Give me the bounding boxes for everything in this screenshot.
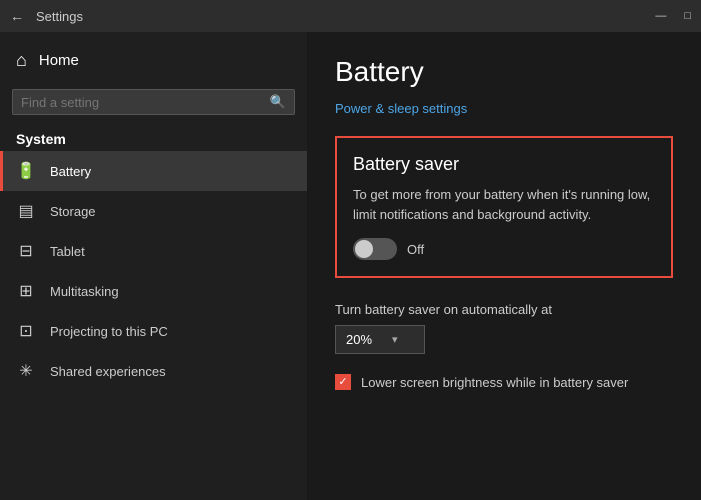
brightness-checkbox[interactable]: ✓ [335,374,351,390]
multitasking-icon: ⊞ [16,281,36,301]
storage-icon: ▤ [16,201,36,221]
battery-saver-title: Battery saver [353,154,655,175]
checkmark-icon: ✓ [338,377,347,388]
shared-icon: ✳ [16,361,36,381]
home-icon: ⌂ [16,50,27,71]
sidebar-item-shared[interactable]: ✳ Shared experiences [0,351,307,391]
battery-icon: 🔋 [16,161,36,181]
auto-label: Turn battery saver on automatically at [335,302,673,317]
window-title: Settings [36,9,83,24]
power-sleep-link[interactable]: Power & sleep settings [335,101,467,116]
projecting-icon: ⊡ [16,321,36,341]
sidebar-home-label: Home [39,52,79,69]
sidebar-item-tablet[interactable]: ⊟ Tablet [0,231,307,271]
toggle-row: Off [353,238,655,260]
dropdown-value: 20% [346,332,372,347]
tablet-icon: ⊟ [16,241,36,261]
nav-label-storage: Storage [50,204,96,219]
toggle-label: Off [407,242,424,257]
maximize-button[interactable]: □ [684,10,691,22]
nav-label-multitasking: Multitasking [50,284,119,299]
sidebar: ⌂ Home 🔍 System 🔋 Battery ▤ Storage ⊟ Ta… [0,32,307,500]
nav-label-shared: Shared experiences [50,364,166,379]
nav-label-tablet: Tablet [50,244,85,259]
search-box[interactable]: 🔍 [12,89,295,115]
sidebar-item-home[interactable]: ⌂ Home [0,40,307,81]
window-controls: — □ [655,10,691,22]
nav-label-projecting: Projecting to this PC [50,324,168,339]
brightness-label: Lower screen brightness while in battery… [361,375,628,390]
minimize-button[interactable]: — [655,10,666,22]
sidebar-item-storage[interactable]: ▤ Storage [0,191,307,231]
content-area: Battery Power & sleep settings Battery s… [307,32,701,500]
section-label: System [0,123,307,151]
battery-saver-toggle[interactable] [353,238,397,260]
auto-section: Turn battery saver on automatically at 2… [335,302,673,354]
back-button[interactable]: ← [10,8,24,24]
brightness-checkbox-row: ✓ Lower screen brightness while in batte… [335,374,673,390]
nav-label-battery: Battery [50,164,91,179]
battery-saver-card: Battery saver To get more from your batt… [335,136,673,278]
sidebar-item-projecting[interactable]: ⊡ Projecting to this PC [0,311,307,351]
sidebar-item-multitasking[interactable]: ⊞ Multitasking [0,271,307,311]
page-title: Battery [335,56,673,88]
search-input[interactable] [21,95,270,110]
sidebar-item-battery[interactable]: 🔋 Battery [0,151,307,191]
chevron-down-icon: ▾ [392,333,398,346]
search-icon: 🔍 [270,94,286,110]
titlebar: ← Settings — □ [0,0,701,32]
toggle-knob [355,240,373,258]
battery-saver-description: To get more from your battery when it's … [353,185,655,224]
main-layout: ⌂ Home 🔍 System 🔋 Battery ▤ Storage ⊟ Ta… [0,32,701,500]
percentage-dropdown[interactable]: 20% ▾ [335,325,425,354]
